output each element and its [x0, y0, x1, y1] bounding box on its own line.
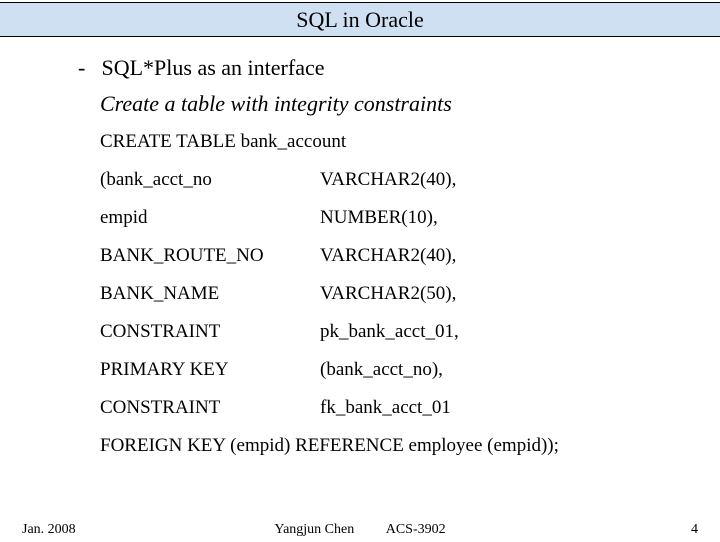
code-col-left: (bank_acct_no [100, 169, 320, 191]
code-col-right: NUMBER(10), [320, 207, 720, 229]
code-row: BANK_NAME VARCHAR2(50), [100, 283, 720, 305]
code-row: CONSTRAINT fk_bank_acct_01 [100, 397, 720, 419]
slide-content: - SQL*Plus as an interface Create a tabl… [0, 37, 720, 457]
code-col-right: VARCHAR2(50), [320, 283, 720, 305]
code-block: CREATE TABLE bank_account (bank_acct_no … [100, 131, 720, 457]
bullet-text: SQL*Plus as an interface [102, 55, 325, 80]
code-col-right: VARCHAR2(40), [320, 169, 720, 191]
code-col-right: (bank_acct_no), [320, 359, 720, 381]
code-col-left: CONSTRAINT [100, 321, 320, 343]
footer-center: Yangjun Chen ACS-3902 [0, 522, 720, 538]
code-col-right: fk_bank_acct_01 [320, 397, 720, 419]
subtitle-text: Create a table with integrity constraint… [100, 91, 720, 117]
code-row: PRIMARY KEY (bank_acct_no), [100, 359, 720, 381]
code-row: (bank_acct_no VARCHAR2(40), [100, 169, 720, 191]
code-col-right: VARCHAR2(40), [320, 245, 720, 267]
bullet-line: - SQL*Plus as an interface [78, 55, 720, 81]
code-last-line: FOREIGN KEY (empid) REFERENCE employee (… [100, 435, 720, 457]
code-col-left: empid [100, 207, 320, 229]
code-col-left: PRIMARY KEY [100, 359, 320, 381]
footer-page-number: 4 [691, 522, 698, 538]
code-row: empid NUMBER(10), [100, 207, 720, 229]
code-create: CREATE TABLE bank_account [100, 131, 720, 153]
code-col-left: BANK_NAME [100, 283, 320, 305]
footer-author: Yangjun Chen [274, 522, 354, 537]
code-row: BANK_ROUTE_NO VARCHAR2(40), [100, 245, 720, 267]
code-col-left: CONSTRAINT [100, 397, 320, 419]
bullet-dash: - [78, 55, 96, 81]
code-col-left: BANK_ROUTE_NO [100, 245, 320, 267]
slide-title: SQL in Oracle [0, 2, 720, 37]
code-col-right: pk_bank_acct_01, [320, 321, 720, 343]
footer-course: ACS-3902 [386, 522, 446, 537]
code-row: CONSTRAINT pk_bank_acct_01, [100, 321, 720, 343]
